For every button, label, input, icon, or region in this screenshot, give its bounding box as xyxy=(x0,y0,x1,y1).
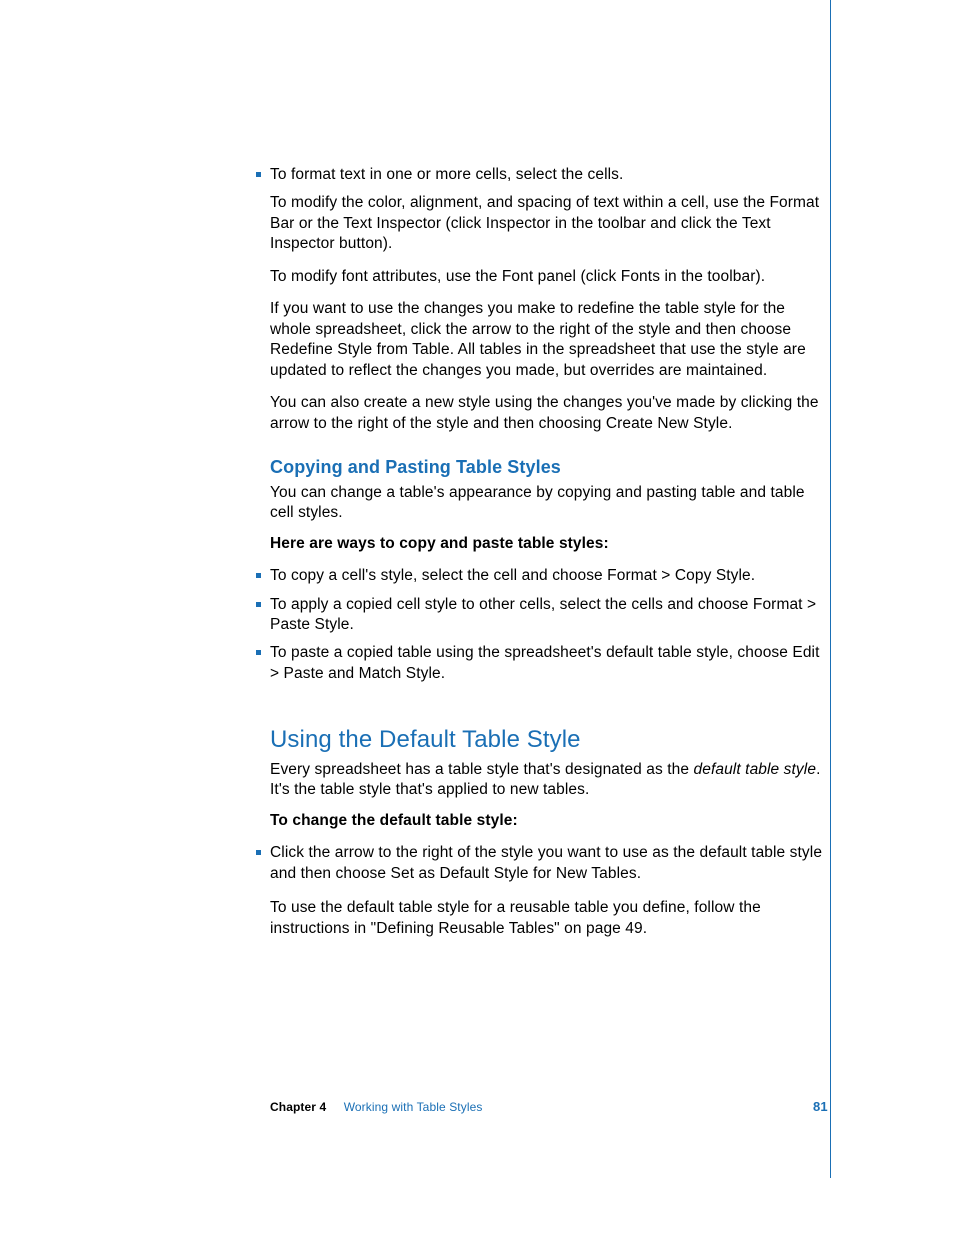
bullet-item: Click the arrow to the right of the styl… xyxy=(270,843,825,884)
paragraph: You can also create a new style using th… xyxy=(270,393,825,434)
square-bullet-icon xyxy=(256,850,261,855)
italic-text: default table style xyxy=(694,761,817,778)
bullet-text: To format text in one or more cells, sel… xyxy=(270,165,825,185)
bullet-item: To paste a copied table using the spread… xyxy=(270,643,825,684)
lead-in: Here are ways to copy and paste table st… xyxy=(270,534,825,554)
page-number: 81 xyxy=(813,1099,828,1114)
page-footer: Chapter 4 Working with Table Styles 81 xyxy=(270,1100,830,1114)
bullet-text: Click the arrow to the right of the styl… xyxy=(270,843,825,884)
square-bullet-icon xyxy=(256,573,261,578)
paragraph: Every spreadsheet has a table style that… xyxy=(270,760,825,801)
page: To format text in one or more cells, sel… xyxy=(0,0,954,1235)
lead-in: To change the default table style: xyxy=(270,811,825,831)
square-bullet-icon xyxy=(256,602,261,607)
bullet-text: To apply a copied cell style to other ce… xyxy=(270,595,825,636)
square-bullet-icon xyxy=(256,650,261,655)
right-rule xyxy=(830,0,831,1178)
subheading-copy-paste: Copying and Pasting Table Styles xyxy=(270,456,825,480)
bullet-item: To copy a cell's style, select the cell … xyxy=(270,566,825,586)
paragraph: To modify the color, alignment, and spac… xyxy=(270,193,825,254)
footer-title: Working with Table Styles xyxy=(344,1100,483,1114)
bullet-text: To copy a cell's style, select the cell … xyxy=(270,566,825,586)
paragraph: To use the default table style for a reu… xyxy=(270,898,825,939)
body-content: To format text in one or more cells, sel… xyxy=(270,165,825,951)
paragraph: If you want to use the changes you make … xyxy=(270,299,825,381)
paragraph: To modify font attributes, use the Font … xyxy=(270,267,825,287)
bullet-item: To apply a copied cell style to other ce… xyxy=(270,595,825,636)
footer-chapter: Chapter 4 xyxy=(270,1100,326,1114)
heading-default-style: Using the Default Table Style xyxy=(270,724,825,756)
text: Every spreadsheet has a table style that… xyxy=(270,761,694,778)
bullet-item: To format text in one or more cells, sel… xyxy=(270,165,825,185)
bullet-text: To paste a copied table using the spread… xyxy=(270,643,825,684)
paragraph: You can change a table's appearance by c… xyxy=(270,483,825,524)
square-bullet-icon xyxy=(256,172,261,177)
